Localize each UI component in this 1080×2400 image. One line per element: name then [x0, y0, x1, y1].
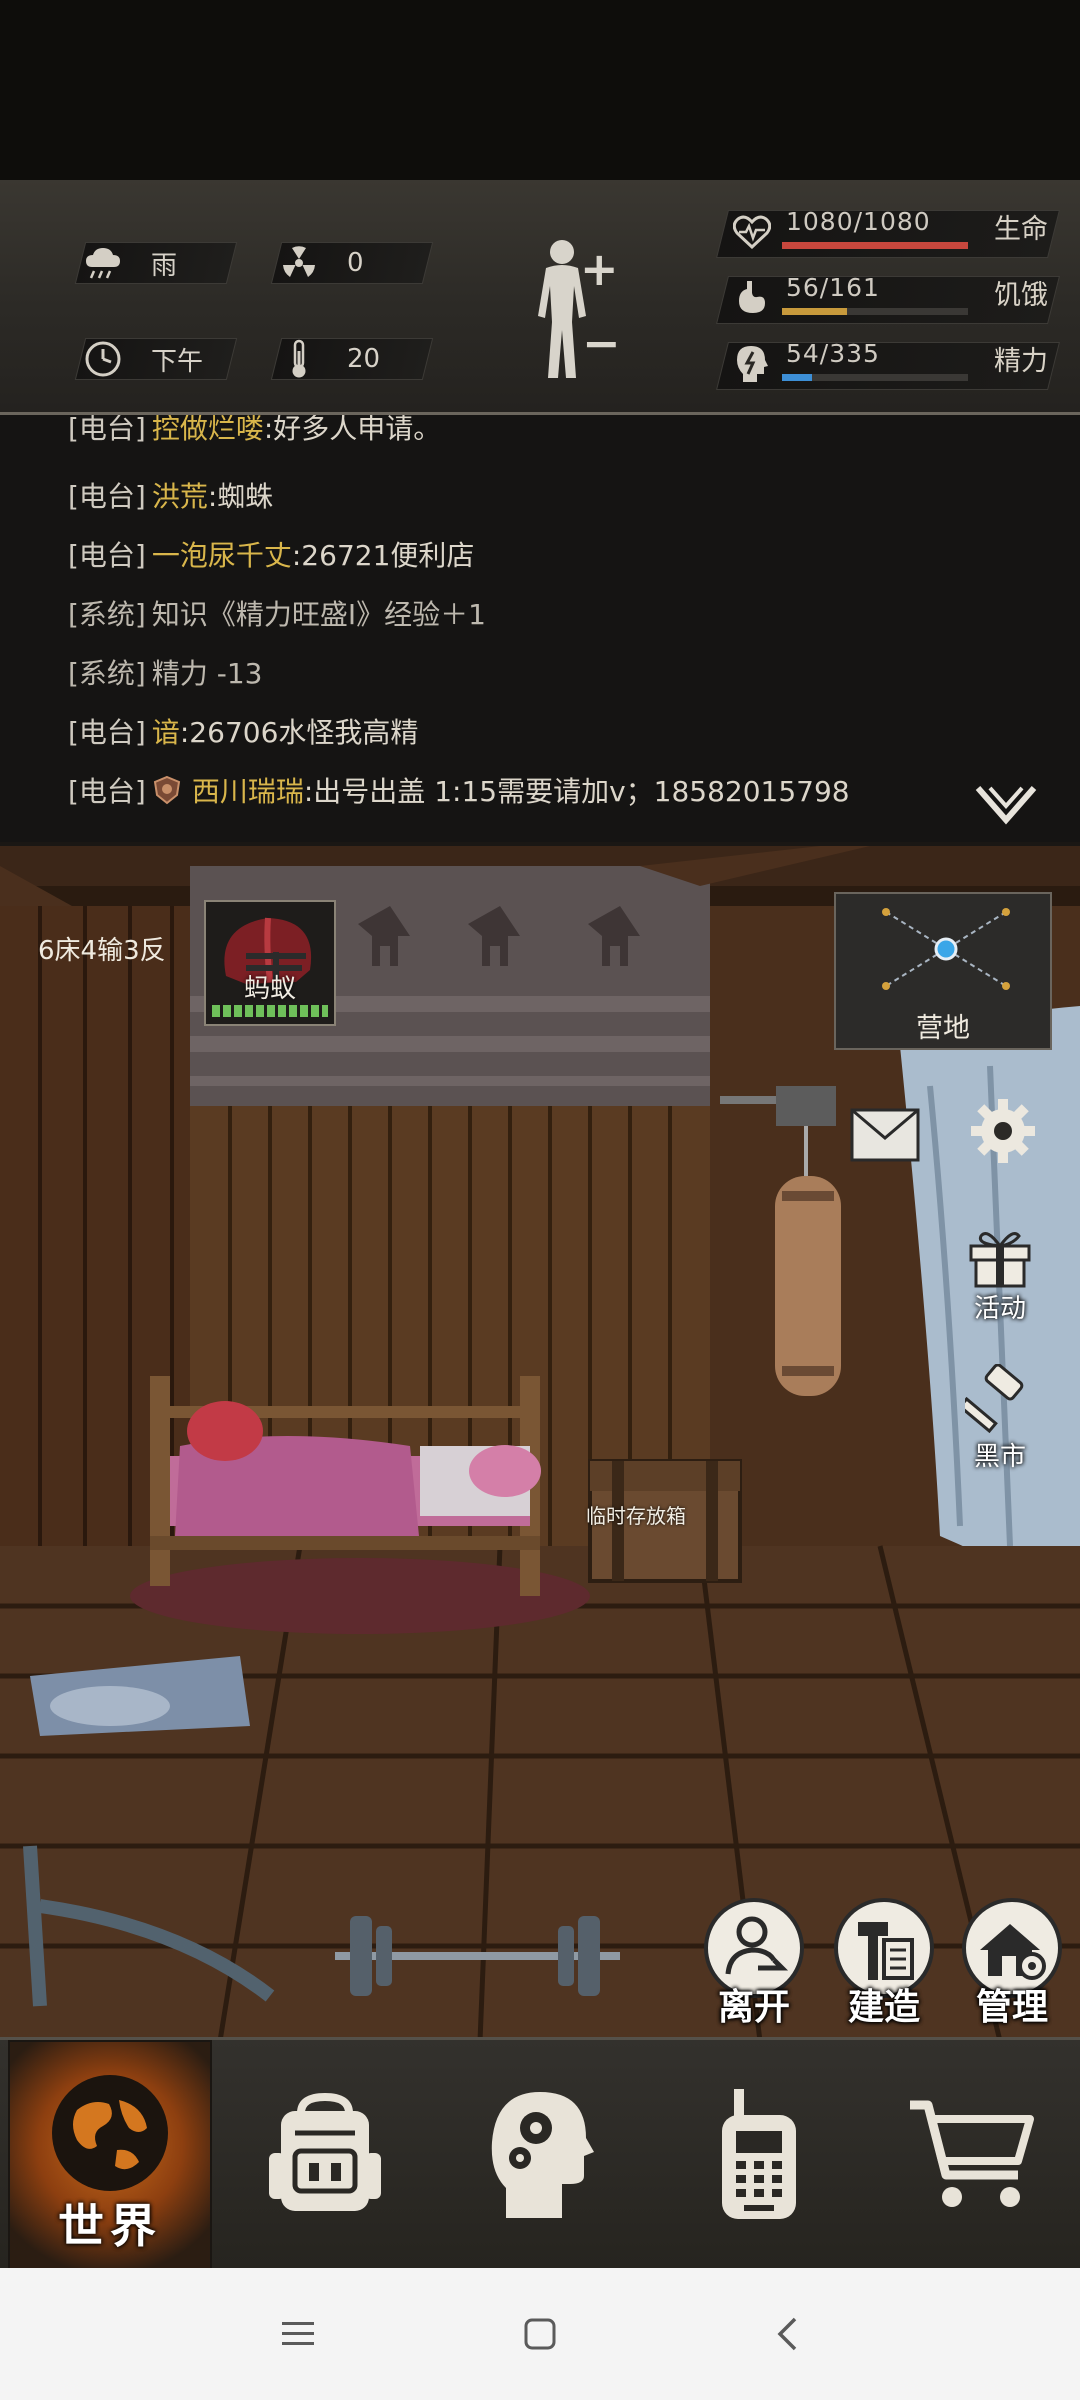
head-energy-icon	[730, 342, 774, 386]
body-minus-button[interactable]: −	[582, 316, 621, 370]
gear-icon[interactable]	[968, 1096, 1038, 1166]
weather-slot: 雨	[74, 241, 238, 285]
rain-cloud-icon	[81, 241, 125, 285]
camp-map-label: 营地	[916, 1013, 970, 1044]
map-node-icon	[882, 908, 1010, 990]
chat-line: [系统] 知识《精力旺盛Ⅰ》经验＋1	[68, 598, 486, 631]
time-slot: 下午	[74, 337, 238, 381]
gavel-icon	[965, 1364, 1024, 1434]
home-square-icon[interactable]	[504, 2298, 576, 2370]
chat-line: [电台] 谙 :26706水怪我高精	[68, 716, 419, 749]
bed-info-label: 6床4输3反	[38, 936, 166, 966]
chat-line: [电台] 西川瑞瑞 :出号出盖 1:15需要请加v；18582015798	[68, 775, 850, 808]
build-label: 建造	[847, 1987, 920, 2028]
thermometer-icon	[277, 337, 321, 381]
chat-line: [电台] 一泡尿千丈 :26721便利店	[68, 539, 475, 572]
menu-icon[interactable]	[262, 2298, 334, 2370]
temperature-slot: 20	[270, 337, 434, 381]
chat-line: [电台] 洪荒 :蜘蛛	[68, 480, 274, 513]
temperature-value: 20	[347, 344, 381, 374]
energy-label: 精力	[994, 346, 1048, 377]
player-avatar-card[interactable]: 蚂蚁	[204, 900, 336, 1026]
player-name: 蚂蚁	[243, 974, 296, 1004]
nav-backpack-button[interactable]	[230, 2040, 420, 2270]
envelope-icon[interactable]	[850, 1108, 920, 1162]
health-value: 1080/1080	[786, 207, 931, 236]
chevron-down-icon[interactable]	[974, 782, 1038, 828]
time-label: 下午	[151, 346, 204, 377]
radiation-slot: 0	[270, 241, 434, 285]
camp-map-button[interactable]: 营地	[834, 892, 1052, 1050]
health-label: 生命	[994, 214, 1048, 245]
nav-world-button[interactable]: 世界	[8, 2040, 212, 2274]
sender-badge-icon	[152, 775, 182, 805]
walkie-talkie-icon	[722, 2089, 796, 2219]
system-nav-bar	[0, 2268, 1080, 2400]
activity-label: 活动	[973, 1294, 1026, 1324]
energy-value: 54/335	[786, 339, 880, 368]
back-chevron-icon[interactable]	[752, 2298, 824, 2370]
clock-icon	[81, 337, 125, 381]
chat-log[interactable]: [电台] 控做烂喽 :好多人申请。 [电台] 洪荒 :蜘蛛 [电台] 一泡尿千丈…	[0, 415, 1080, 842]
globe-icon	[52, 2075, 168, 2191]
radiation-value: 0	[347, 248, 364, 278]
storage-box-label[interactable]: 临时存放箱	[586, 1500, 686, 1529]
player-hp-segments	[212, 1005, 328, 1017]
manage-label: 管理	[975, 1987, 1048, 2028]
nav-shop-button[interactable]	[876, 2040, 1066, 2270]
manage-button[interactable]: 管理	[958, 1896, 1066, 2036]
radiation-icon	[277, 241, 321, 285]
energy-bar	[782, 374, 968, 381]
heart-pulse-icon	[730, 210, 774, 254]
chat-line: [电台] 控做烂喽 :好多人申请。	[68, 415, 442, 445]
room-scene[interactable]: 6床4输3反 蚂蚁 营地 活动 黑市 临时存放箱 离开 建造 管理	[0, 842, 1080, 2041]
hunger-value: 56/161	[786, 273, 880, 302]
stomach-icon	[730, 276, 774, 320]
black-market-button[interactable]: 黑市	[960, 1364, 1040, 1474]
body-plus-button[interactable]: +	[580, 242, 619, 296]
shopping-cart-icon	[910, 2100, 1034, 2207]
hunger-label: 饥饿	[994, 280, 1048, 311]
hunger-bar	[782, 308, 968, 315]
leave-label: 离开	[717, 1987, 790, 2028]
leave-button[interactable]: 离开	[700, 1896, 808, 2036]
build-button[interactable]: 建造	[830, 1896, 938, 2036]
black-market-label: 黑市	[973, 1442, 1026, 1472]
nav-skills-button[interactable]	[446, 2040, 636, 2270]
gift-icon	[969, 1232, 1031, 1288]
head-gears-icon	[491, 2092, 594, 2218]
status-panel: 雨 0 下午 20 + − 1080/1080 生命 56/161 饥饿 54/…	[0, 180, 1080, 415]
backpack-icon	[269, 2093, 381, 2211]
nav-world-label: 世界	[58, 2199, 162, 2253]
activity-button[interactable]: 活动	[960, 1226, 1040, 1326]
health-bar	[782, 242, 968, 249]
bottom-nav: 世界	[0, 2037, 1080, 2274]
nav-radio-button[interactable]	[664, 2040, 854, 2270]
chat-line: [系统] 精力 -13	[68, 657, 263, 690]
weather-label: 雨	[151, 250, 178, 281]
